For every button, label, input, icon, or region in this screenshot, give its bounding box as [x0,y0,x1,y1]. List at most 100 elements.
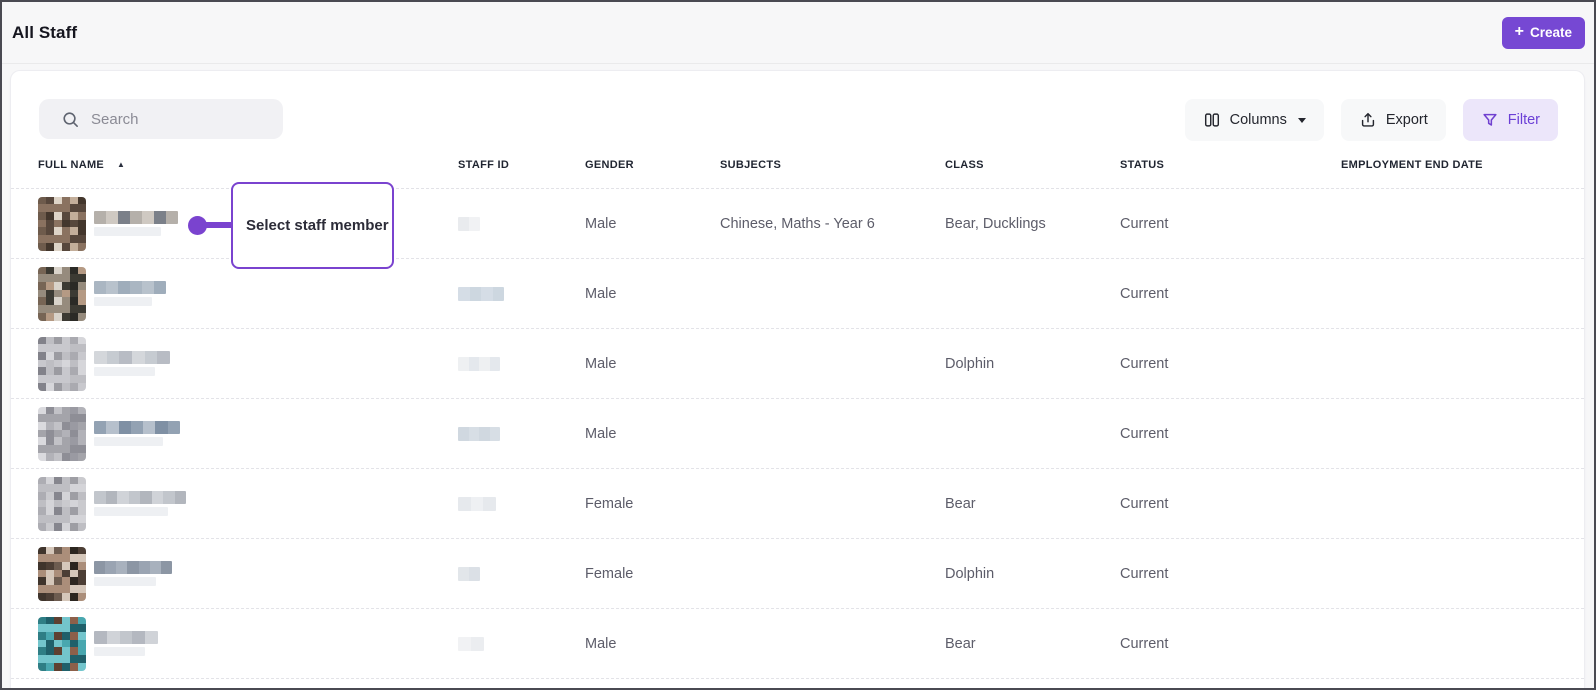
redacted-name-line [94,211,178,224]
staff-list-card: Search Columns Export [10,70,1585,690]
full-name-cell[interactable] [38,267,458,321]
column-header-label: CLASS [945,159,984,171]
status-cell: Current [1120,566,1341,582]
class-cell: Dolphin [945,566,1120,582]
avatar [38,407,86,461]
redacted-name-line [94,421,180,434]
subjects-cell: Chinese, Maths - Year 6 [720,216,945,232]
gender-cell: Male [585,216,720,232]
chevron-down-icon [1298,118,1306,123]
avatar [38,617,86,671]
redacted-name-line [94,351,170,364]
redacted-staff-id [458,357,500,371]
full-name-cell[interactable] [38,407,458,461]
redacted-name [94,561,172,586]
column-header-staff-id[interactable]: STAFF ID [458,159,585,171]
sort-asc-icon: ▲ [117,161,125,169]
redacted-staff-id [458,567,480,581]
status-cell: Current [1120,286,1341,302]
status-cell: Current [1120,356,1341,372]
app-screen: All Staff + Create Search Columns [0,0,1596,690]
table-row[interactable]: Male Current [11,399,1584,469]
gender-cell: Female [585,496,720,512]
avatar [38,267,86,321]
staff-id-cell [458,567,585,581]
redacted-name-line [94,561,172,574]
table-row[interactable]: Female Dolphin Current [11,539,1584,609]
redacted-name [94,631,158,656]
column-header-subjects[interactable]: SUBJECTS [720,159,945,171]
redacted-staff-id [458,217,480,231]
full-name-cell[interactable] [38,337,458,391]
export-button[interactable]: Export [1341,99,1446,141]
table-row[interactable]: Female Bear Current [11,469,1584,539]
status-cell: Current [1120,496,1341,512]
column-header-label: STAFF ID [458,159,509,171]
export-icon [1359,111,1377,129]
columns-button-label: Columns [1230,112,1287,128]
redacted-staff-id [458,637,484,651]
redacted-name-subline [94,577,156,586]
redacted-name [94,491,186,516]
table-row[interactable]: Male Dolphin Current [11,329,1584,399]
full-name-cell[interactable] [38,547,458,601]
gender-cell: Female [585,566,720,582]
column-header-label: FULL NAME [38,159,104,171]
redacted-name-line [94,491,186,504]
redacted-name-subline [94,437,163,446]
column-header-label: STATUS [1120,159,1164,171]
status-cell: Current [1120,426,1341,442]
search-icon [61,110,80,129]
redacted-name-line [94,281,166,294]
redacted-name-line [94,631,158,644]
column-header-status[interactable]: STATUS [1120,159,1341,171]
avatar [38,477,86,531]
table-row[interactable]: Male Bear Current [11,609,1584,679]
full-name-cell[interactable] [38,617,458,671]
column-header-employment-end-date[interactable]: EMPLOYMENT END DATE [1341,159,1557,171]
list-toolbar: Search Columns Export [11,71,1584,141]
columns-button[interactable]: Columns [1185,99,1324,141]
class-cell: Bear [945,496,1120,512]
create-button[interactable]: + Create [1502,17,1585,49]
column-header-label: SUBJECTS [720,159,781,171]
column-header-label: GENDER [585,159,634,171]
search-input[interactable]: Search [39,99,283,139]
redacted-name [94,281,166,306]
staff-id-cell [458,637,585,651]
redacted-name-subline [94,367,155,376]
redacted-name-subline [94,227,161,236]
full-name-cell[interactable] [38,477,458,531]
redacted-staff-id [458,287,504,301]
select-staff-callout: Select staff member [231,182,394,269]
staff-id-cell [458,357,585,371]
column-header-full-name[interactable]: FULL NAME ▲ [38,159,458,171]
column-header-gender[interactable]: GENDER [585,159,720,171]
redacted-staff-id [458,497,496,511]
gender-cell: Male [585,426,720,442]
top-bar: All Staff + Create [2,2,1594,64]
redacted-staff-id [458,427,500,441]
filter-funnel-icon [1481,111,1499,129]
export-button-label: Export [1386,112,1428,128]
staff-id-cell [458,427,585,441]
staff-id-cell [458,217,585,231]
staff-id-cell [458,287,585,301]
table-row[interactable]: Male Current [11,259,1584,329]
class-cell: Bear [945,636,1120,652]
gender-cell: Male [585,286,720,302]
toolbar-actions: Columns Export Filter [1185,99,1558,141]
avatar [38,547,86,601]
filter-button[interactable]: Filter [1463,99,1558,141]
redacted-name [94,351,170,376]
redacted-name-subline [94,507,168,516]
filter-button-label: Filter [1508,112,1540,128]
status-cell: Current [1120,216,1341,232]
column-header-class[interactable]: CLASS [945,159,1120,171]
create-button-label: Create [1530,25,1572,40]
class-cell: Dolphin [945,356,1120,372]
avatar [38,337,86,391]
gender-cell: Male [585,356,720,372]
avatar [38,197,86,251]
gender-cell: Male [585,636,720,652]
